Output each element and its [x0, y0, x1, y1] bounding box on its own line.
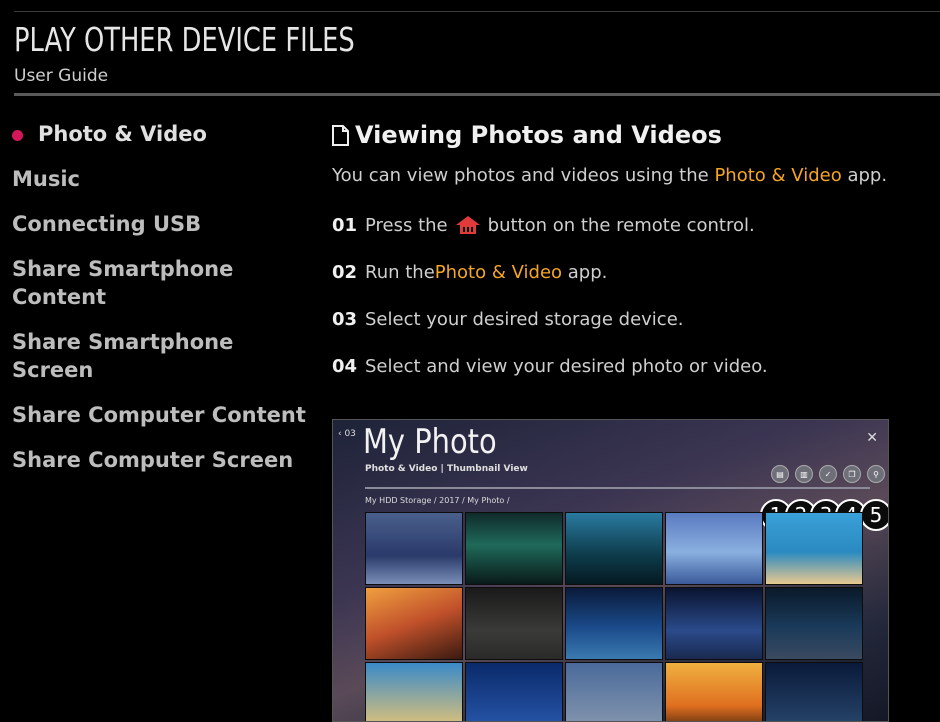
thumbnail [365, 662, 463, 721]
thumbnail [765, 512, 863, 585]
thumbnail [665, 662, 763, 721]
close-icon: ✕ [866, 430, 878, 446]
copy-icon: ❐ [843, 465, 861, 483]
step-02: 02 Run the Photo & Video app. [332, 259, 932, 285]
screenshot-title: My Photo [363, 422, 497, 462]
section-title-text: Viewing Photos and Videos [355, 121, 722, 149]
intro-text: You can view photos and videos using the… [332, 165, 932, 186]
step-app-link: Photo & Video [434, 261, 563, 283]
step-text-before: Run the [365, 261, 435, 283]
page-title: PLAY OTHER DEVICE FILES [14, 20, 355, 59]
step-01: 01 Press the button on the remote contro… [332, 212, 932, 238]
document-icon [332, 124, 349, 146]
thumbnail [565, 662, 663, 721]
step-text-after: app. [562, 261, 608, 283]
main-content: Viewing Photos and Videos You can view p… [332, 120, 932, 379]
thumbnail [465, 512, 563, 585]
thumbnail [465, 662, 563, 721]
thumbnail [765, 662, 863, 721]
thumbnail [365, 587, 463, 660]
step-04: 04 Select and view your desired photo or… [332, 353, 932, 379]
thumbnail [565, 587, 663, 660]
top-rule [14, 11, 940, 12]
sidebar-item-share-computer-content[interactable]: Share Computer Content [12, 401, 312, 429]
sidebar-item-photo-video[interactable]: Photo & Video [12, 120, 312, 148]
sidebar-item-label: Photo & Video [38, 122, 207, 146]
step-text-before: Press the [365, 214, 448, 236]
thumbnail [565, 512, 663, 585]
sidebar-item-connecting-usb[interactable]: Connecting USB [12, 210, 312, 238]
sidebar-item-share-computer-screen[interactable]: Share Computer Screen [12, 446, 312, 474]
step-text-after: button on the remote control. [487, 214, 755, 236]
screenshot-divider [365, 487, 870, 489]
page-subtitle: User Guide [14, 66, 109, 86]
intro-before: You can view photos and videos using the [332, 165, 715, 186]
thumbnail [465, 587, 563, 660]
thumbnail [665, 587, 763, 660]
header-divider [14, 93, 940, 96]
thumbnail [765, 587, 863, 660]
active-bullet-icon [12, 130, 23, 141]
storage-path: My HDD Storage / 2017 / My Photo / [365, 496, 510, 505]
step-number: 01 [332, 214, 358, 236]
thumbnail [665, 512, 763, 585]
sidebar-nav: Photo & Video Music Connecting USB Share… [12, 120, 312, 491]
sidebar-item-music[interactable]: Music [12, 165, 312, 193]
intro-app-link: Photo & Video [714, 165, 842, 186]
home-icon [455, 216, 480, 234]
sidebar-item-share-smartphone-screen[interactable]: Share Smartphone Screen [12, 328, 312, 384]
tv-screenshot: ‹ 03 My Photo ✕ Photo & Video | Thumbnai… [332, 419, 889, 722]
search-icon: ⚲ [867, 465, 885, 483]
back-indicator: ‹ 03 [338, 429, 356, 439]
step-text: Select your desired storage device. [365, 308, 684, 330]
step-03: 03 Select your desired storage device. [332, 306, 932, 332]
playlist-icon: ▥ [795, 465, 813, 483]
screenshot-subtitle: Photo & Video | Thumbnail View [365, 464, 528, 474]
callout-5: 5 [860, 499, 888, 531]
step-number: 04 [332, 355, 358, 377]
thumbnail [365, 512, 463, 585]
view-mode-icon: ▤ [771, 465, 789, 483]
section-title: Viewing Photos and Videos [332, 120, 932, 150]
intro-after: app. [841, 165, 888, 186]
step-number: 02 [332, 261, 358, 283]
sidebar-item-share-smartphone-content[interactable]: Share Smartphone Content [12, 255, 312, 311]
step-text: Select and view your desired photo or vi… [365, 355, 768, 377]
step-number: 03 [332, 308, 358, 330]
select-icon: ✓ [819, 465, 837, 483]
